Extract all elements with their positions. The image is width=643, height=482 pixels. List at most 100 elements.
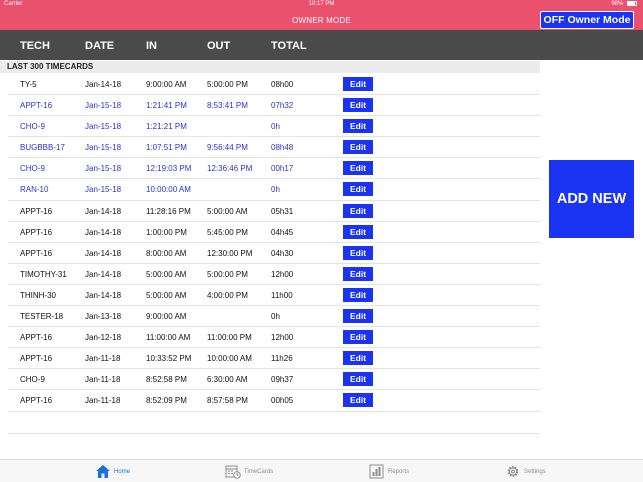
- column-header-total: TOTAL: [271, 40, 307, 52]
- table-row[interactable]: APPT-16 Jan-14-18 11:28:16 PM 5:00:00 AM 05h…: [8, 201, 540, 222]
- battery-indicator: 98%: [611, 1, 637, 7]
- edit-button[interactable]: Edit: [343, 330, 373, 345]
- cell-total: 07h32: [271, 101, 294, 111]
- edit-button[interactable]: Edit: [343, 393, 373, 408]
- cell-total: 00h05: [271, 396, 294, 406]
- cell-out: 8:57:58 PM: [207, 396, 248, 406]
- cell-total: 00h17: [271, 164, 294, 174]
- table-row[interactable]: APPT-16 Jan-15-18 1:21:41 PM 8:53:41 PM 07h3…: [8, 95, 540, 117]
- column-header-date: DATE: [85, 40, 115, 52]
- cell-in: 9:00:00 AM: [146, 312, 187, 322]
- table-row[interactable]: CHO-9 Jan-15-18 1:21:21 PM 0h Edit: [8, 116, 540, 138]
- section-title: LAST 300 TIMECARDS: [0, 61, 540, 73]
- edit-button[interactable]: Edit: [343, 245, 373, 260]
- table-row[interactable]: APPT-16 Jan-11-18 10:33:52 PM 10:00:00 AM 11…: [8, 348, 540, 370]
- tab-reports[interactable]: Reports: [369, 462, 419, 482]
- tab-home[interactable]: Home: [95, 462, 135, 482]
- cell-tech: THINH-30: [20, 290, 57, 300]
- cell-date: Jan-14-18: [85, 80, 122, 89]
- cell-out: 5:00:00 PM: [207, 269, 248, 279]
- table-row[interactable]: CHO-9 Jan-11-18 8:52:58 PM 6:30:00 AM 09h37 E…: [8, 369, 540, 391]
- cell-in: 1:21:41 PM: [146, 101, 187, 111]
- tab-settings[interactable]: Settings: [505, 462, 555, 482]
- cell-in: 9:00:00 AM: [146, 80, 187, 89]
- cell-in: 8:52:09 PM: [146, 396, 187, 406]
- cell-total: 0h: [271, 312, 280, 322]
- cell-tech: TESTER-18: [20, 312, 64, 322]
- cell-date: Jan-14-18: [85, 290, 122, 300]
- tab-settings-label: Settings: [524, 469, 546, 475]
- cell-in: 11:00:00 AM: [146, 333, 191, 343]
- cell-total: 04h30: [271, 248, 294, 258]
- table-row[interactable]: CHO-9 Jan-15-18 12:19:03 PM 12:36:46 PM 00h1…: [8, 158, 540, 180]
- cell-tech: RAN-10: [20, 185, 49, 195]
- cell-in: 11:28:16 PM: [146, 206, 191, 216]
- cell-tech: TY-5: [20, 80, 37, 89]
- cell-tech: APPT-16: [20, 227, 53, 237]
- cell-in: 10:00:00 AM: [146, 185, 191, 195]
- calendar-clock-icon: [225, 465, 241, 479]
- tab-timecards[interactable]: TimeCards: [225, 462, 285, 482]
- table-row[interactable]: TY-5 Jan-14-18 9:00:00 AM 5:00:00 PM 08h00 Ed…: [8, 74, 540, 96]
- cell-date: Jan-15-18: [85, 122, 122, 132]
- table-row[interactable]: TIMOTHY-31 Jan-14-18 5:00:00 AM 5:00:00 PM 1…: [8, 264, 540, 285]
- table-row[interactable]: THINH-30 Jan-14-18 5:00:00 AM 4:00:00 PM 11h…: [8, 285, 540, 307]
- nav-bar: OWNER MODE OFF Owner Mode: [0, 10, 643, 30]
- cell-date: Jan-15-18: [85, 101, 122, 111]
- edit-button[interactable]: Edit: [343, 119, 373, 134]
- cell-date: Jan-14-18: [85, 206, 122, 216]
- cell-date: Jan-14-18: [85, 227, 122, 237]
- cell-total: 04h45: [271, 227, 294, 237]
- edit-button[interactable]: Edit: [343, 224, 373, 239]
- cell-in: 8:52:58 PM: [146, 375, 187, 385]
- cell-date: Jan-11-18: [85, 375, 121, 385]
- cell-tech: APPT-16: [20, 206, 53, 216]
- gear-icon: [507, 466, 519, 477]
- cell-out: 6:30:00 AM: [207, 375, 248, 385]
- column-header-in: IN: [146, 40, 157, 52]
- status-time: 10:17 PM: [308, 1, 335, 7]
- status-bar: Carrier 10:17 PM 98%: [0, 0, 643, 10]
- edit-button[interactable]: Edit: [343, 372, 373, 387]
- edit-button[interactable]: Edit: [343, 77, 373, 91]
- table-row[interactable]: APPT-16 Jan-14-18 1:00:00 PM 5:45:00 PM 04h4…: [8, 222, 540, 243]
- cell-tech: CHO-9: [20, 375, 45, 385]
- edit-button[interactable]: Edit: [343, 309, 373, 324]
- cell-out: 11:00:00 PM: [207, 333, 252, 343]
- tab-timecards-label: TimeCards: [244, 469, 274, 475]
- cell-total: 12h00: [271, 333, 294, 343]
- cell-total: 0h: [271, 185, 280, 195]
- table-row[interactable]: TESTER-18 Jan-13-18 9:00:00 AM 0h Edit: [8, 306, 540, 328]
- table-header: TECH DATE IN OUT TOTAL: [0, 30, 643, 60]
- cell-out: 4:00:00 PM: [207, 290, 248, 300]
- cell-tech: CHO-9: [20, 122, 45, 132]
- cell-total: 08h48: [271, 143, 294, 153]
- table-row[interactable]: RAN-10 Jan-15-18 10:00:00 AM 0h Edit: [8, 179, 540, 201]
- cell-in: 12:19:03 PM: [146, 164, 192, 174]
- cell-out: 5:45:00 PM: [207, 227, 248, 237]
- table-row[interactable]: APPT-16 Jan-12-18 11:00:00 AM 11:00:00 PM 12…: [8, 327, 540, 349]
- battery-percent: 98%: [611, 1, 624, 8]
- divider: [8, 433, 540, 434]
- cell-date: Jan-14-18: [85, 248, 122, 258]
- edit-button[interactable]: Edit: [343, 266, 373, 281]
- edit-button[interactable]: Edit: [343, 161, 373, 176]
- add-new-button[interactable]: ADD NEW: [549, 160, 634, 238]
- edit-button[interactable]: Edit: [343, 140, 373, 155]
- edit-button[interactable]: Edit: [343, 287, 373, 302]
- table-row[interactable]: APPT-16 Jan-11-18 8:52:09 PM 8:57:58 PM 00h0…: [8, 390, 540, 412]
- edit-button[interactable]: Edit: [343, 98, 373, 113]
- cell-in: 1:07:51 PM: [146, 143, 187, 153]
- reports-icon: [369, 464, 384, 479]
- table-row[interactable]: APPT-16 Jan-14-18 8:00:00 AM 12:30:00 PM 04h…: [8, 243, 540, 264]
- owner-mode-toggle-button[interactable]: OFF Owner Mode: [540, 11, 634, 29]
- column-header-out: OUT: [207, 40, 231, 52]
- cell-in: 10:33:52 PM: [146, 354, 192, 364]
- cell-date: Jan-11-18: [85, 354, 121, 364]
- edit-button[interactable]: Edit: [343, 203, 373, 218]
- cell-out: 5:00:00 PM: [207, 80, 248, 89]
- edit-button[interactable]: Edit: [343, 182, 373, 197]
- table-row[interactable]: BUGBBB-17 Jan-15-18 1:07:51 PM 9:56:44 PM 08…: [8, 137, 540, 159]
- cell-out: 10:00:00 AM: [207, 354, 252, 364]
- edit-button[interactable]: Edit: [343, 351, 373, 366]
